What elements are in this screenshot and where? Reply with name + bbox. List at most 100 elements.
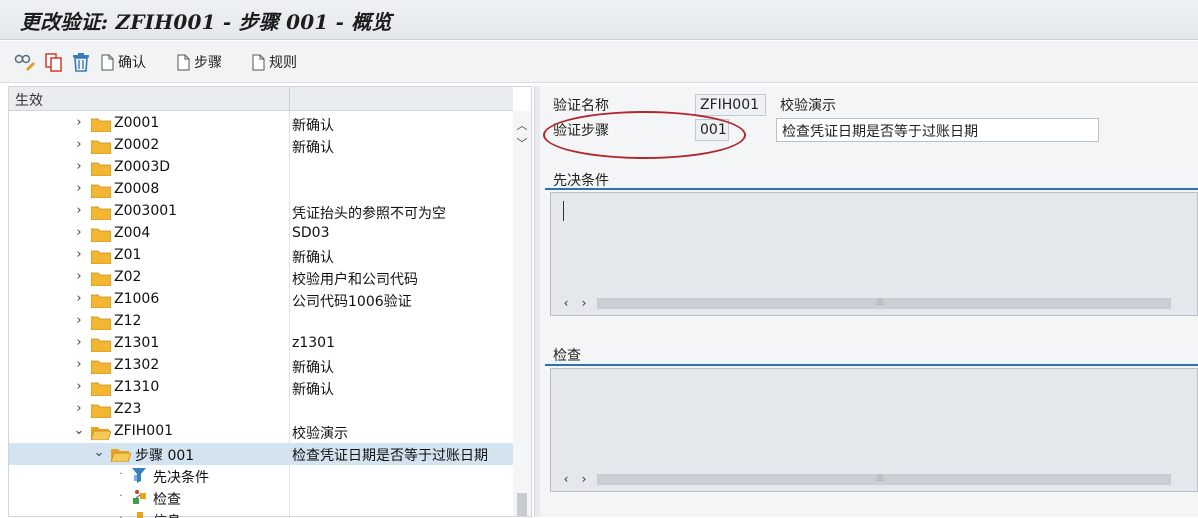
folder-icon: [91, 338, 111, 352]
validation-tree: 生效 › Z0001 新确认 › Z0002 新确认 › Z0003D › Z0…: [8, 86, 532, 518]
tree-item-name: Z0001: [114, 115, 160, 131]
tree-item-name: Z0003D: [114, 159, 170, 175]
validation-name-label: 验证名称: [553, 98, 609, 114]
tree-item-desc: 校验演示: [292, 426, 348, 442]
collapse-arrow-icon[interactable]: ⌄: [73, 423, 85, 439]
tree-item-name: Z1302: [114, 357, 160, 373]
folder-icon: [91, 294, 111, 308]
scroll-down-icon[interactable]: ﹀: [516, 135, 528, 151]
rule-label: 规则: [269, 55, 297, 71]
expand-arrow-icon[interactable]: ›: [73, 357, 85, 373]
confirm-button[interactable]: 确认: [101, 50, 146, 74]
step-description-field[interactable]: 检查凭证日期是否等于过账日期: [776, 118, 1099, 142]
tree-row[interactable]: ⌄ ZFIH001 校验演示: [9, 421, 513, 443]
tree-row[interactable]: › Z004 SD03: [9, 223, 513, 245]
validation-step-value: 001: [695, 119, 729, 141]
scroll-left-icon[interactable]: ‹: [1193, 295, 1198, 311]
folder-icon: [91, 206, 111, 220]
expand-arrow-icon[interactable]: ›: [73, 335, 85, 351]
folder-icon: [91, 250, 111, 264]
confirm-label: 确认: [118, 55, 146, 71]
tree-row-selected[interactable]: ⌄ 步骤 001 检查凭证日期是否等于过账日期: [9, 443, 513, 465]
document-icon: [101, 54, 114, 70]
tree-row[interactable]: › Z01 新确认: [9, 245, 513, 267]
check-horizontal-scrollbar[interactable]: ‹ › ⦙⦙⦙ ‹: [557, 471, 1198, 487]
tree-row[interactable]: › Z0001 新确认: [9, 113, 513, 135]
scroll-right-icon[interactable]: ›: [577, 471, 591, 487]
expand-arrow-icon[interactable]: ›: [73, 115, 85, 131]
tree-item-name: Z003001: [114, 203, 178, 219]
tree-item-desc: SD03: [292, 225, 330, 241]
tree-vertical-scrollbar[interactable]: ︿ ﹀: [513, 111, 531, 516]
tree-row[interactable]: › Z0002 新确认: [9, 135, 513, 157]
toolbar: 确认 步骤 规则: [0, 41, 1198, 83]
tree-item-desc: 检查凭证日期是否等于过账日期: [292, 448, 488, 464]
tree-row[interactable]: › Z02 校验用户和公司代码: [9, 267, 513, 289]
folder-icon: [91, 360, 111, 374]
scroll-grip[interactable]: ⦙⦙⦙: [877, 474, 883, 484]
tree-item-desc: 新确认: [292, 140, 334, 156]
precondition-editor[interactable]: ‹ › ⦙⦙⦙ ‹: [550, 192, 1198, 316]
folder-icon: [91, 382, 111, 396]
title-bar: 更改验证: ZFIH001 - 步骤 001 - 概览: [0, 0, 1198, 40]
display-change-icon[interactable]: [14, 50, 36, 74]
scroll-thumb[interactable]: [517, 493, 527, 516]
tree-row[interactable]: · 检查: [9, 487, 513, 509]
tree-row[interactable]: › Z1006 公司代码1006验证: [9, 289, 513, 311]
precondition-horizontal-scrollbar[interactable]: ‹ › ⦙⦙⦙ ‹: [557, 295, 1198, 311]
scroll-left-icon[interactable]: ‹: [559, 471, 573, 487]
tree-row[interactable]: › Z003001 凭证抬头的参照不可为空: [9, 201, 513, 223]
step-button[interactable]: 步骤: [177, 50, 222, 74]
scroll-track[interactable]: [597, 298, 1171, 309]
tree-row[interactable]: › Z1301 z1301: [9, 333, 513, 355]
tree-item-name: Z02: [114, 269, 142, 285]
tree-item-desc: 新确认: [292, 360, 334, 376]
expand-arrow-icon[interactable]: ›: [73, 401, 85, 417]
scroll-up-icon[interactable]: ︿: [516, 117, 528, 133]
expand-arrow-icon[interactable]: ›: [73, 379, 85, 395]
scroll-left-icon[interactable]: ‹: [559, 295, 573, 311]
open-folder-icon: [111, 449, 131, 462]
expand-arrow-icon[interactable]: ›: [73, 225, 85, 241]
tree-item-name: 步骤 001: [135, 448, 195, 464]
validation-step-label: 验证步骤: [553, 123, 609, 139]
expand-arrow-icon[interactable]: ›: [73, 181, 85, 197]
tree-item-desc: 校验用户和公司代码: [292, 272, 418, 288]
tree-item-name: Z0002: [114, 137, 160, 153]
collapse-arrow-icon[interactable]: ⌄: [93, 445, 105, 461]
scroll-track[interactable]: [597, 474, 1171, 485]
expand-arrow-icon[interactable]: ›: [73, 313, 85, 329]
tree-row[interactable]: › Z0008: [9, 179, 513, 201]
open-folder-icon: [91, 427, 111, 440]
expand-arrow-icon[interactable]: ›: [73, 137, 85, 153]
scroll-right-icon[interactable]: ›: [577, 295, 591, 311]
tree-row[interactable]: › Z23: [9, 399, 513, 421]
copy-icon[interactable]: [44, 50, 64, 74]
scroll-left-icon[interactable]: ‹: [1193, 471, 1198, 487]
tree-row[interactable]: › Z1310 新确认: [9, 377, 513, 399]
tree-item-desc: 新确认: [292, 250, 334, 266]
expand-arrow-icon[interactable]: ›: [73, 159, 85, 175]
tree-header: 生效: [9, 87, 513, 111]
expand-arrow-icon[interactable]: ›: [73, 291, 85, 307]
tree-item-desc: 新确认: [292, 382, 334, 398]
tree-row[interactable]: › Z0003D: [9, 157, 513, 179]
expand-arrow-icon[interactable]: ›: [73, 269, 85, 285]
document-icon: [177, 54, 190, 70]
tree-row[interactable]: · 先决条件: [9, 465, 513, 487]
tree-row[interactable]: › Z1302 新确认: [9, 355, 513, 377]
tree-item-desc: 新确认: [292, 118, 334, 134]
scroll-grip[interactable]: ⦙⦙⦙: [877, 298, 883, 308]
tree-header-label: 生效: [15, 93, 43, 109]
check-editor[interactable]: ‹ › ⦙⦙⦙ ‹: [550, 368, 1198, 492]
folder-icon: [91, 272, 111, 286]
folder-icon: [91, 140, 111, 154]
tree-item-name: Z01: [114, 247, 142, 263]
rule-button[interactable]: 规则: [252, 50, 297, 74]
tree-item-desc: 公司代码1006验证: [292, 294, 412, 310]
detail-pane: 验证名称 ZFIH001 校验演示 验证步骤 001 检查凭证日期是否等于过账日…: [540, 86, 1198, 517]
tree-row[interactable]: › Z12: [9, 311, 513, 333]
expand-arrow-icon[interactable]: ›: [73, 247, 85, 263]
delete-icon[interactable]: [71, 50, 91, 74]
expand-arrow-icon[interactable]: ›: [73, 203, 85, 219]
